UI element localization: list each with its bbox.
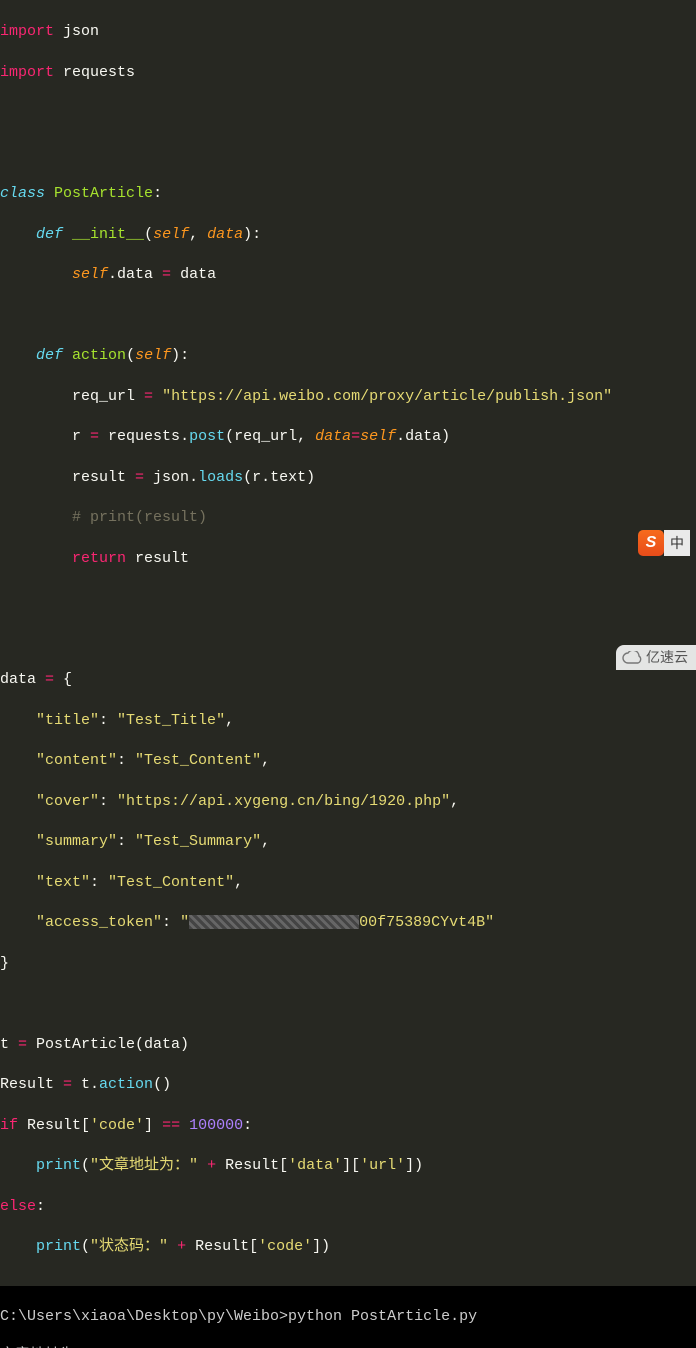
- rhs-data: data: [171, 266, 216, 283]
- op-assign: =: [63, 1076, 72, 1093]
- op-eqeq: ==: [162, 1117, 180, 1134]
- watermark-label: 亿速云: [646, 648, 688, 667]
- val-cover: "https://api.xygeng.cn/bing/1920.php": [117, 793, 450, 810]
- op-plus: +: [198, 1157, 225, 1174]
- keyword-import: import: [0, 64, 54, 81]
- var-Result: Result: [0, 1076, 63, 1093]
- attr-data: .data: [108, 266, 162, 283]
- var-result: result: [72, 469, 135, 486]
- args-loads: (r.text): [243, 469, 315, 486]
- censored-token: [189, 915, 359, 929]
- key-cover: "cover": [36, 793, 99, 810]
- brace-close: }: [0, 955, 9, 972]
- paren-open: (: [81, 1157, 90, 1174]
- code-editor: import json import requests class PostAr…: [0, 0, 696, 1286]
- val-title: "Test_Title": [117, 712, 225, 729]
- keyword-if: if: [0, 1117, 18, 1134]
- mod-json: json: [144, 469, 189, 486]
- keyword-return: return: [72, 550, 126, 567]
- args-open: (req_url,: [225, 428, 315, 445]
- ime-indicator[interactable]: S 中: [638, 530, 690, 556]
- keyword-def: def: [36, 226, 63, 243]
- self-ref: self: [72, 266, 108, 283]
- method-init: __init__: [72, 226, 144, 243]
- key-code: 'code': [258, 1238, 312, 1255]
- idx-end: ]): [312, 1238, 330, 1255]
- val-text: "Test_Content": [108, 874, 234, 891]
- result-idx: Result[: [225, 1157, 288, 1174]
- ime-letter: S: [646, 532, 657, 554]
- num-100000: 100000: [180, 1117, 243, 1134]
- str-status: "状态码：": [90, 1238, 168, 1255]
- key-url: 'url': [360, 1157, 405, 1174]
- class-name: PostArticle: [54, 185, 153, 202]
- terminal-output-line: 文章地址为：http://weibo.com/ttarticle/p/show?…: [0, 1347, 504, 1348]
- keyword-else: else: [0, 1198, 36, 1215]
- op-assign: =: [18, 1036, 27, 1053]
- call-postarticle: PostArticle(data): [27, 1036, 189, 1053]
- colon: :: [243, 1117, 252, 1134]
- terminal-output[interactable]: C:\Users\xiaoa\Desktop\py\Weibo>python P…: [0, 1286, 696, 1348]
- key-title: "title": [36, 712, 99, 729]
- call-loads: loads: [198, 469, 243, 486]
- cloud-icon: [622, 651, 642, 665]
- param-self: self: [153, 226, 189, 243]
- sogou-icon[interactable]: S: [638, 530, 664, 556]
- string-url: "https://api.weibo.com/proxy/article/pub…: [162, 388, 612, 405]
- colon: :: [36, 1198, 45, 1215]
- param-data: data: [207, 226, 243, 243]
- key-content: "content": [36, 752, 117, 769]
- paren-open: (: [81, 1238, 90, 1255]
- ime-lang-text: 中: [670, 534, 684, 553]
- var-req-url: req_url: [72, 388, 144, 405]
- module-requests: requests: [63, 64, 135, 81]
- method-action: action: [72, 347, 126, 364]
- module-json: json: [63, 23, 99, 40]
- val-summary: "Test_Summary": [135, 833, 261, 850]
- watermark: 亿速云: [616, 645, 696, 670]
- ime-lang-indicator[interactable]: 中: [664, 530, 690, 556]
- return-val: result: [126, 550, 189, 567]
- self-ref: self: [360, 428, 396, 445]
- key-code: 'code': [90, 1117, 144, 1134]
- key-summary: "summary": [36, 833, 117, 850]
- t-dot: t.: [72, 1076, 99, 1093]
- val-content: "Test_Content": [135, 752, 261, 769]
- parens: (): [153, 1076, 171, 1093]
- op-assign: =: [144, 388, 153, 405]
- key-token: "access_token": [36, 914, 162, 931]
- keyword-class: class: [0, 185, 45, 202]
- keyword-import: import: [0, 23, 54, 40]
- op-assign: =: [135, 469, 144, 486]
- var-r: r: [72, 428, 90, 445]
- op-assign: =: [90, 428, 99, 445]
- cond-mid: ]: [144, 1117, 162, 1134]
- op-plus: +: [168, 1238, 195, 1255]
- key-text: "text": [36, 874, 90, 891]
- idx-end: ]): [405, 1157, 423, 1174]
- call-action: action: [99, 1076, 153, 1093]
- param-self: self: [135, 347, 171, 364]
- val-token-suffix: 00f75389CYvt4B": [359, 914, 494, 931]
- keyword-def: def: [36, 347, 63, 364]
- cond-lhs: Result[: [18, 1117, 90, 1134]
- terminal-prompt: C:\Users\xiaoa\Desktop\py\Weibo>python P…: [0, 1307, 696, 1327]
- result-idx: Result[: [195, 1238, 258, 1255]
- call-print: print: [36, 1157, 81, 1174]
- mod-requests: requests: [99, 428, 180, 445]
- op-assign: =: [162, 266, 171, 283]
- call-post: post: [189, 428, 225, 445]
- kwarg-data: data: [315, 428, 351, 445]
- args-close: .data): [396, 428, 450, 445]
- idx-mid: ][: [342, 1157, 360, 1174]
- str-addr: "文章地址为：": [90, 1157, 198, 1174]
- call-print: print: [36, 1238, 81, 1255]
- comment: # print(result): [72, 509, 207, 526]
- var-t: t: [0, 1036, 18, 1053]
- key-data: 'data': [288, 1157, 342, 1174]
